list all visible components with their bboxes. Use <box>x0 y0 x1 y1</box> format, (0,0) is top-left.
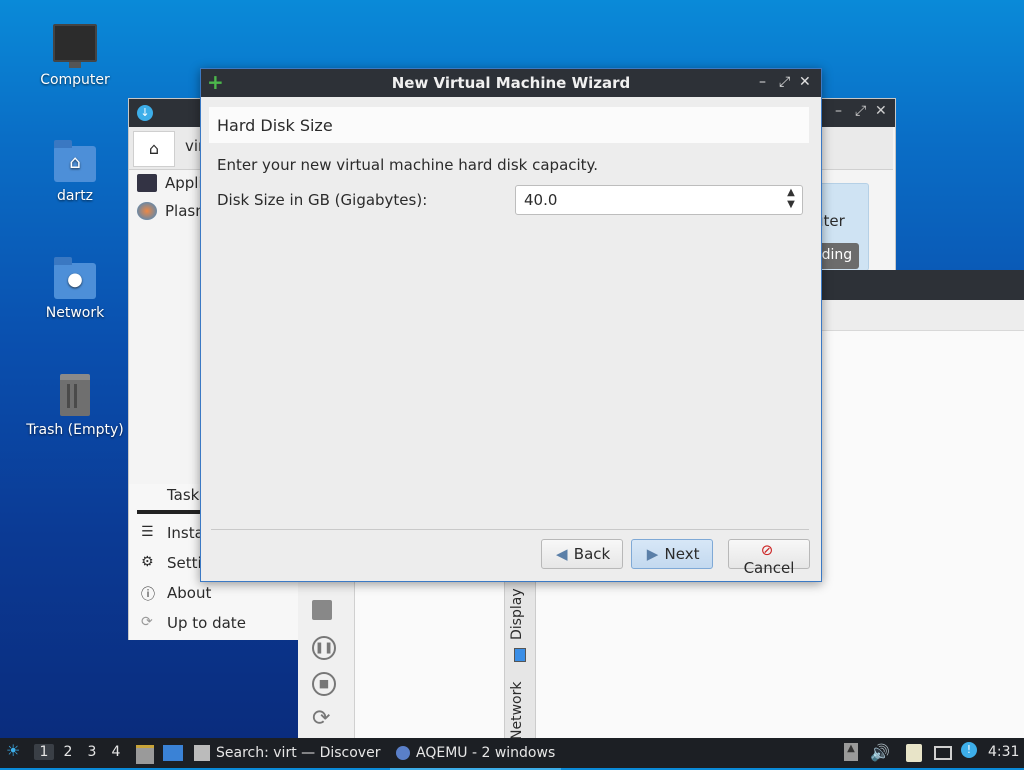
desktop-icon-label: Computer <box>40 72 110 88</box>
task-aqemu[interactable]: AQEMU - 2 windows <box>390 738 562 770</box>
back-arrow-icon: ◀ <box>556 545 568 563</box>
disk-size-input[interactable] <box>522 190 776 210</box>
display-icon <box>514 648 526 662</box>
task-label: Search: virt — Discover <box>216 745 381 761</box>
desktop-icon-network[interactable]: ● Network <box>25 257 125 321</box>
file-manager-icon[interactable] <box>136 745 154 764</box>
pause-icon[interactable]: ❚❚ <box>312 636 336 660</box>
volume-icon[interactable]: 🔊 <box>870 743 890 762</box>
disk-size-spinbox[interactable]: ▲ ▼ <box>515 185 803 215</box>
cancel-button[interactable]: ⊘Cancel <box>728 539 810 577</box>
save-icon[interactable] <box>312 600 332 620</box>
wizard-page-header: Hard Disk Size <box>209 107 809 143</box>
plasma-icon <box>137 202 157 220</box>
network-folder-icon: ● <box>54 257 96 299</box>
tray-expand-icon[interactable]: ▲ <box>844 743 858 761</box>
tab-display[interactable]: Display <box>509 588 525 640</box>
home-icon: ⌂ <box>148 139 160 158</box>
home-folder-icon: ⌂ <box>54 140 96 182</box>
desktop-icon-label: Network <box>45 305 105 321</box>
desktop-icon-home[interactable]: ⌂ dartz <box>25 140 125 204</box>
wizard-title: New Virtual Machine Wizard <box>391 74 631 92</box>
gear-icon: ⚙ <box>141 554 154 570</box>
applications-icon <box>137 174 157 192</box>
maximize-icon[interactable]: ⤢ <box>779 74 790 90</box>
trash-icon <box>60 374 90 416</box>
desktop-icon-trash[interactable]: Trash (Empty) <box>25 374 125 438</box>
page-title: Hard Disk Size <box>217 116 333 135</box>
list-icon: ☰ <box>141 524 154 540</box>
aqemu-vertical-tabs: Display Network <box>504 580 536 740</box>
desktop-icon-label: Trash (Empty) <box>26 422 124 438</box>
tasks-item-installed[interactable]: Insta <box>167 524 204 542</box>
cancel-label: Cancel <box>743 559 795 577</box>
notification-icon[interactable]: ! <box>961 742 977 758</box>
button-separator <box>211 529 809 530</box>
show-desktop-icon[interactable] <box>163 745 183 761</box>
stop-icon[interactable]: ■ <box>312 672 336 696</box>
aqemu-task-icon <box>396 746 410 760</box>
task-discover[interactable]: Search: virt — Discover <box>194 738 380 768</box>
back-label: Back <box>573 545 611 563</box>
task-label: AQEMU - 2 windows <box>416 745 556 761</box>
workspace-3[interactable]: 3 <box>82 744 102 760</box>
info-icon: ⓘ <box>141 587 155 603</box>
computer-icon <box>53 24 97 68</box>
update-icon: ⟳ <box>141 614 153 630</box>
workspace-1[interactable]: 1 <box>34 744 54 760</box>
loading-badge: ading <box>819 243 859 269</box>
desktop-icon-computer[interactable]: Computer <box>25 24 125 88</box>
reset-icon[interactable]: ⟳ <box>312 706 330 731</box>
sidebar-item-label: Appli <box>165 174 203 192</box>
badge-label: ading <box>819 247 853 263</box>
tab-network[interactable]: Network <box>509 682 525 740</box>
disk-size-label: Disk Size in GB (Gigabytes): <box>217 191 428 209</box>
minimize-icon[interactable]: – <box>759 74 766 90</box>
workspace-2[interactable]: 2 <box>58 744 78 760</box>
workspace-4[interactable]: 4 <box>106 744 126 760</box>
cancel-icon: ⊘ <box>760 541 774 559</box>
next-arrow-icon: ▶ <box>646 545 659 563</box>
wizard-description: Enter your new virtual machine hard disk… <box>217 156 599 174</box>
next-label: Next <box>664 545 700 563</box>
new-vm-wizard-dialog: + New Virtual Machine Wizard – ⤢ ✕ Hard … <box>200 68 822 582</box>
taskbar: ☀ 1 2 3 4 Search: virt — Discover AQEMU … <box>0 738 1024 770</box>
close-icon[interactable]: ✕ <box>875 103 887 119</box>
download-icon: ↓ <box>137 105 153 121</box>
next-button[interactable]: ▶ Next <box>631 539 713 569</box>
back-button[interactable]: ◀ Back <box>541 539 623 569</box>
close-icon[interactable]: ✕ <box>799 74 811 90</box>
aqemu-vm-toolbar: ❚❚ ■ ⟳ <box>298 580 355 740</box>
wizard-titlebar: + New Virtual Machine Wizard – ⤢ ✕ <box>201 69 821 97</box>
maximize-icon[interactable]: ⤢ <box>855 103 866 119</box>
clipboard-icon[interactable] <box>906 744 922 762</box>
desktop-icon-label: dartz <box>56 188 94 204</box>
app-menu-icon[interactable]: ☀ <box>6 741 26 763</box>
network-icon[interactable] <box>934 746 952 760</box>
tasks-item-settings[interactable]: Setti <box>167 554 202 572</box>
tasks-item-updates[interactable]: Up to date <box>167 614 246 632</box>
clock[interactable]: 4:31 <box>988 744 1019 760</box>
minimize-icon[interactable]: – <box>835 103 842 119</box>
tasks-item-about[interactable]: About <box>167 584 211 602</box>
spin-down-icon[interactable]: ▼ <box>784 199 798 211</box>
home-button[interactable]: ⌂ <box>133 131 175 167</box>
card-label: uter <box>820 212 845 230</box>
spin-up-icon[interactable]: ▲ <box>784 187 798 199</box>
discover-task-icon <box>194 745 210 761</box>
